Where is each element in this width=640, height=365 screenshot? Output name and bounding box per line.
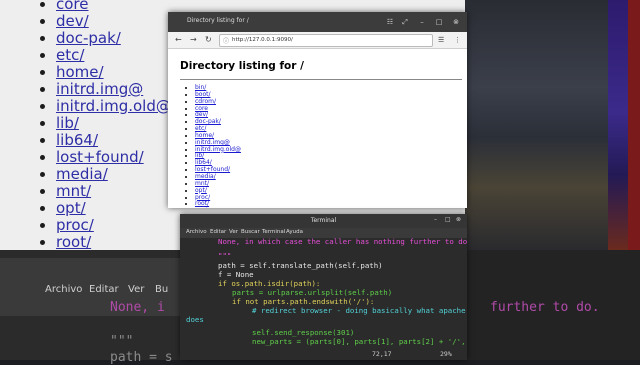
background-directory-link: opt/ [56, 199, 86, 217]
background-directory-item: opt/ [56, 200, 171, 217]
cursor-position: 72,17 [372, 350, 392, 358]
background-directory-link: lib64/ [56, 131, 98, 149]
code-line: """ [218, 251, 232, 260]
close-icon[interactable]: ⊗ [451, 17, 461, 27]
menu-terminal[interactable]: Terminal [262, 229, 285, 235]
background-directory-item: home/ [56, 64, 171, 81]
bg-terminal-line-2: further to do. [490, 300, 600, 315]
address-text[interactable]: http://127.0.0.1:9090/ [232, 37, 293, 43]
code-line: f = None [218, 270, 254, 279]
terminal-maximize-icon[interactable]: □ [445, 216, 451, 223]
terminal-output[interactable]: None, in which case the caller has nothi… [180, 237, 467, 360]
bookmarks-icon[interactable]: ☰ [438, 34, 444, 46]
code-line: # redirect browser - doing basically wha… [252, 306, 466, 315]
menu-ver[interactable]: Ver [229, 229, 238, 235]
directory-link[interactable]: run/ [195, 207, 207, 208]
background-directory-list: coredev/doc-pak/etc/home/initrd.img@init… [22, 0, 171, 285]
terminal-title: Terminal [310, 217, 337, 224]
menu-editar[interactable]: Editar [210, 229, 226, 235]
background-directory-item: dev/ [56, 13, 171, 30]
menu-buscar[interactable]: Buscar [241, 229, 260, 235]
maximize-icon[interactable]: □ [434, 17, 444, 27]
background-directory-item: proc/ [56, 217, 171, 234]
minimize-icon[interactable]: – [417, 17, 427, 27]
code-line: self.send_response(301) [252, 328, 355, 337]
background-directory-item: lib/ [56, 115, 171, 132]
menu-icon[interactable]: ⋮ [454, 34, 461, 46]
back-icon[interactable]: ← [175, 34, 182, 46]
background-directory-link: home/ [56, 63, 104, 81]
bg-terminal-line-3: """ [110, 334, 134, 349]
terminal-titlebar[interactable]: Terminal – □ ⊗ [180, 214, 467, 228]
background-desktop-edge [628, 0, 640, 250]
terminal-minimize-icon[interactable]: – [434, 216, 437, 223]
background-directory-link: initrd.img.old@ [56, 97, 171, 115]
menu-archivo[interactable]: Archivo [186, 229, 207, 235]
code-line: parts = urlparse.urlsplit(self.path) [232, 288, 393, 297]
reload-icon[interactable]: ↻ [205, 34, 212, 46]
fullscreen-icon[interactable]: ⤢ [400, 17, 410, 27]
menu-ayuda[interactable]: Ayuda [286, 229, 303, 235]
background-directory-link: dev/ [56, 12, 89, 30]
background-directory-item: lost+found/ [56, 149, 171, 166]
bg-terminal-line-1: None, i [110, 300, 165, 315]
browser-toolbar: ← → ↻ ⓘ http://127.0.0.1:9090/ ☰ ⋮ [168, 32, 467, 49]
background-directory-link: media/ [56, 165, 108, 183]
background-directory-link: root/ [56, 233, 92, 251]
terminal-window: Terminal – □ ⊗ Archivo Editar Ver Buscar… [180, 214, 467, 360]
background-directory-link: etc/ [56, 46, 85, 64]
code-line: if not parts.path.endswith('/'): [232, 297, 375, 306]
background-directory-item: doc-pak/ [56, 30, 171, 47]
background-directory-item: initrd.img.old@ [56, 98, 171, 115]
bg-terminal-line-4: path = s [110, 350, 173, 365]
background-directory-item: mnt/ [56, 183, 171, 200]
bg-menu-archivo: Archivo [45, 284, 83, 295]
page-info-icon[interactable]: ⓘ [223, 36, 229, 45]
background-directory-link: lost+found/ [56, 148, 144, 166]
heading-divider [180, 79, 462, 80]
bg-menu-buscar: Bu [155, 284, 169, 295]
scroll-percent: 29% [440, 350, 452, 358]
directory-list: bin/boot/cdrom/coredev/doc-pak/etc/home/… [182, 84, 241, 208]
code-line: path = self.translate_path(self.path) [218, 261, 383, 270]
code-line: if os.path.isdir(path): [218, 279, 321, 288]
background-directory-link: initrd.img@ [56, 80, 144, 98]
browser-titlebar[interactable]: Directory listing for / ☷ ⤢ – □ ⊗ [168, 12, 467, 32]
background-directory-item: initrd.img@ [56, 81, 171, 98]
page-heading: Directory listing for / [180, 60, 304, 72]
background-directory-link: mnt/ [56, 182, 92, 200]
background-directory-link: doc-pak/ [56, 29, 121, 47]
background-directory-item: root/ [56, 234, 171, 251]
browser-window: Directory listing for / ☷ ⤢ – □ ⊗ ← → ↻ … [168, 12, 467, 208]
background-directory-item: etc/ [56, 47, 171, 64]
bg-menu-ver: Ver [128, 284, 145, 295]
bg-menu-editar: Editar [89, 284, 119, 295]
code-line: new_parts = (parts[0], parts[1], parts[2… [252, 337, 466, 346]
terminal-close-icon[interactable]: ⊗ [456, 216, 461, 223]
page-content: Directory listing for / bin/boot/cdrom/c… [168, 49, 467, 208]
address-bar[interactable]: ⓘ http://127.0.0.1:9090/ [219, 34, 433, 47]
reader-mode-icon[interactable]: ☷ [385, 17, 395, 27]
code-line: None, in which case the caller has nothi… [218, 237, 467, 246]
background-directory-item: lib64/ [56, 132, 171, 149]
browser-window-title: Directory listing for / [187, 17, 249, 24]
forward-icon[interactable]: → [190, 34, 197, 46]
code-line: does [186, 315, 204, 324]
background-directory-link: lib/ [56, 114, 79, 132]
background-directory-link: proc/ [56, 216, 94, 234]
background-directory-item: media/ [56, 166, 171, 183]
